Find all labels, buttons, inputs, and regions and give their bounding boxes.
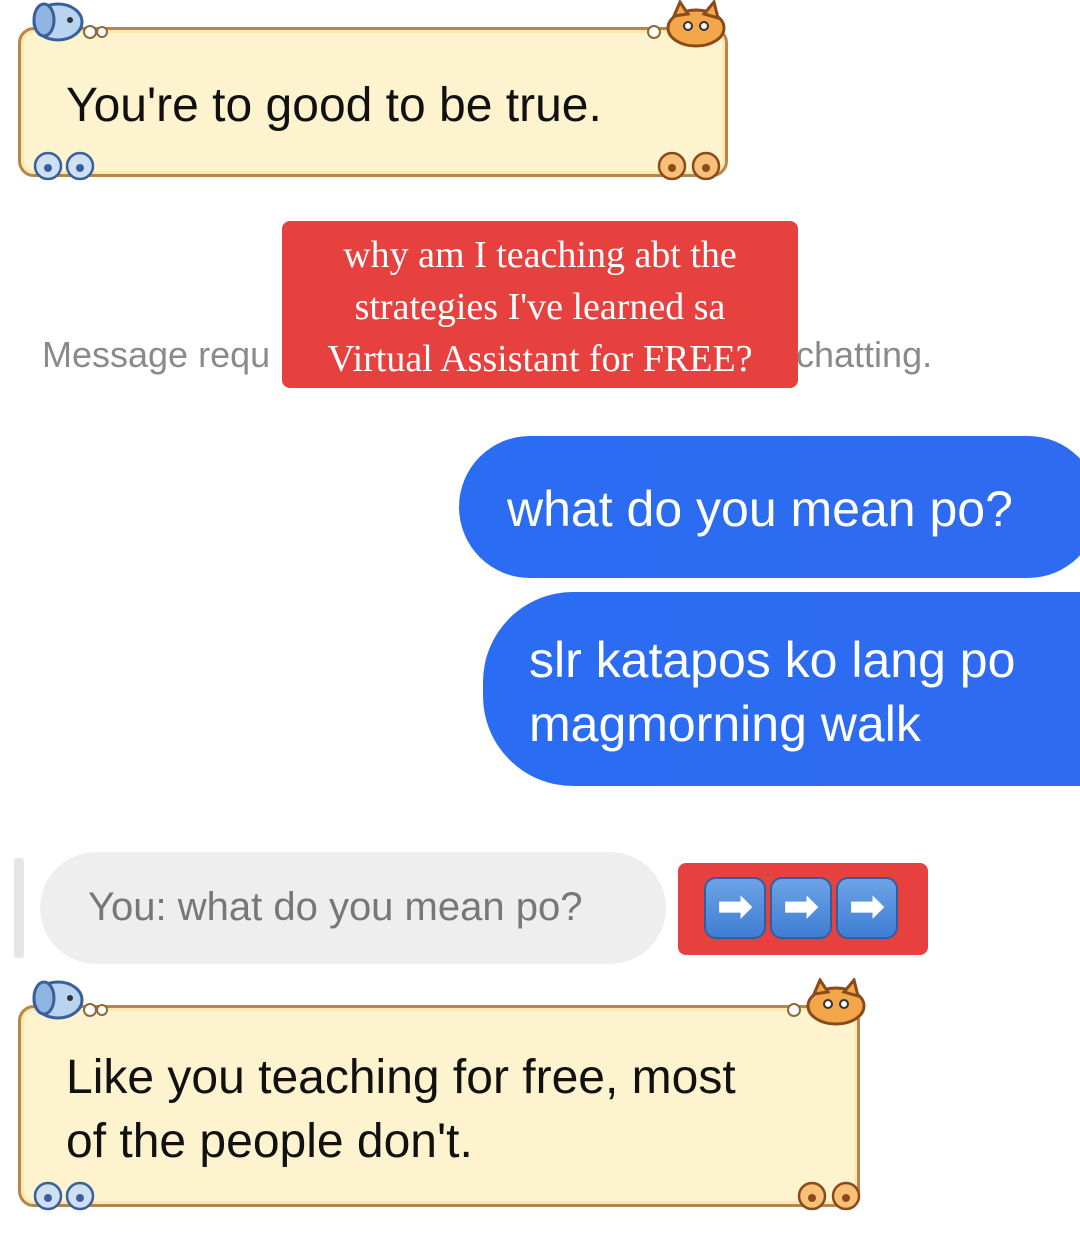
quote-card-bottom-line-2: of the people don't. [66,1115,473,1168]
right-arrow-icon: ➡ [770,877,832,939]
reply-preview[interactable]: You: what do you mean po? [40,852,666,964]
sent-message-bubble[interactable]: what do you mean po? [459,436,1080,578]
reply-preview-text: You: what do you mean po? [88,885,583,929]
paw-icon [33,151,95,181]
right-arrow-icon: ➡ [836,877,898,939]
cat-icon [647,0,726,48]
quote-card-bottom-line-1: Like you teaching for free, most [66,1051,736,1104]
sent-message-text-line-1: slr katapos ko lang po [529,632,1016,688]
quote-card-bottom-text: Like you teaching for free, most of the … [66,1046,736,1174]
caption-overlay: why am I teaching abt the strategies I'v… [282,221,798,388]
sent-message-text-line-2: magmorning walk [529,696,921,752]
paw-icon [33,1181,95,1211]
dog-icon [32,2,108,42]
paw-icon [657,151,721,181]
caption-line-3: Virtual Assistant for FREE? [327,338,753,380]
quote-card-top-text: You're to good to be true. [66,79,602,132]
sent-message-bubble[interactable]: slr katapos ko lang po magmorning walk [483,592,1080,786]
cat-icon [787,978,866,1026]
message-request-notice-right: chatting. [796,334,933,375]
sent-message-text: what do you mean po? [507,481,1013,537]
message-request-notice: Message requ chatting. [42,334,932,376]
paw-icon [797,1181,861,1211]
caption-line-2: strategies I've learned sa [354,286,726,328]
arrow-sticker: ➡ ➡ ➡ [678,863,928,955]
message-request-notice-left: Message requ [42,334,271,375]
right-arrow-icon: ➡ [704,877,766,939]
caption-line-1: why am I teaching abt the [343,234,737,276]
dog-icon [32,980,108,1020]
preview-divider [14,858,24,958]
